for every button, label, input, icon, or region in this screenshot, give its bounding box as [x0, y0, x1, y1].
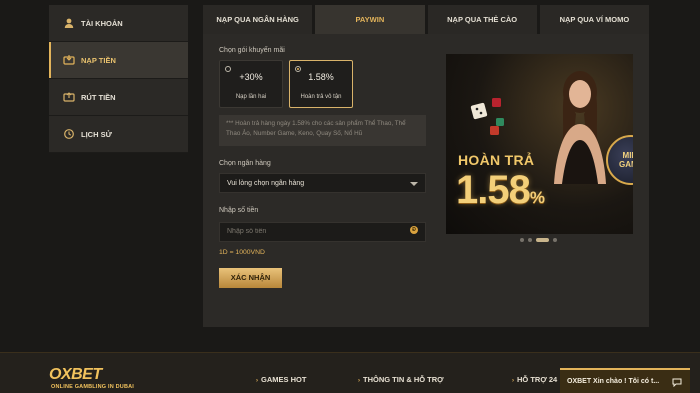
sidebar-item-label: RÚT TIỀN — [81, 92, 116, 102]
promo-option-cashback[interactable]: 1.58% Hoàn trả vô tận — [289, 60, 353, 108]
footer-link-info-support[interactable]: › THÔNG TIN & HỖ TRỢ — [358, 375, 444, 384]
account-sidebar: TÀI KHOẢN NẠP TIỀN RÚT TIỀN LỊCH SỬ — [49, 5, 188, 153]
carousel-dot[interactable] — [528, 238, 532, 242]
footer-link-support-24[interactable]: › HỖ TRỢ 24 — [512, 375, 557, 384]
history-icon — [63, 128, 75, 140]
promo-name: Nạp lần hai — [235, 94, 267, 100]
hostess-image — [554, 71, 606, 184]
deposit-method-tabs: NẠP QUA NGÂN HÀNG PAYWIN NẠP QUA THẺ CÀO… — [203, 5, 649, 34]
promo-value: 1.58% — [308, 72, 334, 82]
chat-text: OXBET Xin chào ! Tôi có t... — [567, 378, 660, 385]
dice-icon — [470, 98, 504, 135]
promo-option-second-deposit[interactable]: +30% Nạp lần hai — [219, 60, 283, 108]
promo-name: Hoàn trả vô tận — [300, 94, 342, 100]
promo-label: Chọn gói khuyến mãi — [219, 47, 285, 54]
footer-link-label: HỖ TRỢ 24 — [517, 375, 558, 384]
badge-line: MINI — [622, 151, 633, 160]
confirm-button[interactable]: XÁC NHẬN — [219, 267, 282, 288]
chevron-right-icon: › — [512, 378, 514, 384]
promo-options: +30% Nạp lần hai 1.58% Hoàn trả vô tận — [219, 60, 426, 108]
tab-paywin[interactable]: PAYWIN — [315, 5, 425, 34]
badge-line: GAME — [619, 160, 633, 169]
sidebar-item-label: LỊCH SỬ — [81, 129, 112, 139]
chat-bubble-icon — [672, 378, 682, 387]
footer-link-label: THÔNG TIN & HỖ TRỢ — [363, 375, 444, 384]
chevron-right-icon: › — [358, 378, 360, 384]
carousel-dots — [520, 238, 557, 242]
deposit-icon — [63, 54, 75, 66]
chevron-down-icon — [410, 182, 418, 186]
banner-title: HOÀN TRẢ — [458, 152, 535, 168]
banner-percent-sign: % — [529, 188, 545, 207]
amount-label: Nhập số tiền — [219, 207, 259, 214]
sidebar-item-label: NẠP TIỀN — [81, 55, 116, 65]
amount-input[interactable] — [219, 221, 426, 242]
withdraw-icon — [63, 91, 75, 103]
sidebar-item-withdraw[interactable]: RÚT TIỀN — [49, 79, 188, 116]
coin-icon: Đ — [410, 226, 418, 234]
tab-card[interactable]: NẠP QUA THẺ CÀO — [427, 5, 537, 34]
brand-logo[interactable]: OXBET — [49, 366, 102, 384]
promo-banner[interactable]: HOÀN TRẢ 1.58% MINI GAME — [446, 54, 633, 234]
tab-momo[interactable]: NẠP QUA VÍ MOMO — [539, 5, 649, 34]
carousel-dot-active[interactable] — [536, 238, 549, 242]
footer-link-games-hot[interactable]: › GAMES HOT — [256, 375, 306, 384]
tab-bank[interactable]: NẠP QUA NGÂN HÀNG — [203, 5, 313, 34]
footer-link-label: GAMES HOT — [261, 375, 307, 384]
banner-percent: 1.58% — [456, 168, 545, 213]
bank-label: Chọn ngân hàng — [219, 160, 271, 167]
banner-percent-value: 1.58 — [456, 168, 531, 212]
sidebar-item-deposit[interactable]: NẠP TIỀN — [49, 42, 188, 79]
promo-value: +30% — [239, 72, 263, 82]
promo-note: *** Hoàn trả hàng ngày 1.58% cho các sản… — [219, 115, 426, 146]
chevron-right-icon: › — [256, 378, 258, 384]
carousel-dot[interactable] — [520, 238, 524, 242]
bank-select-value: Vui lòng chọn ngân hàng — [227, 179, 305, 187]
chat-widget[interactable]: OXBET Xin chào ! Tôi có t... — [560, 368, 690, 393]
exchange-rate: 1D = 1000VND — [219, 248, 265, 256]
user-icon — [63, 17, 75, 29]
bank-select[interactable]: Vui lòng chọn ngân hàng — [219, 173, 426, 193]
deposit-form: Chọn gói khuyến mãi +30% Nạp lần hai 1.5… — [219, 47, 426, 288]
amount-field-wrap: Đ — [219, 220, 426, 242]
sidebar-item-label: TÀI KHOẢN — [81, 18, 123, 28]
carousel-dot[interactable] — [553, 238, 557, 242]
sidebar-item-history[interactable]: LỊCH SỬ — [49, 116, 188, 153]
deposit-panel: NẠP QUA NGÂN HÀNG PAYWIN NẠP QUA THẺ CÀO… — [203, 5, 649, 327]
brand-tagline: ONLINE GAMBLING IN DUBAI — [51, 384, 135, 390]
sidebar-item-account[interactable]: TÀI KHOẢN — [49, 5, 188, 42]
